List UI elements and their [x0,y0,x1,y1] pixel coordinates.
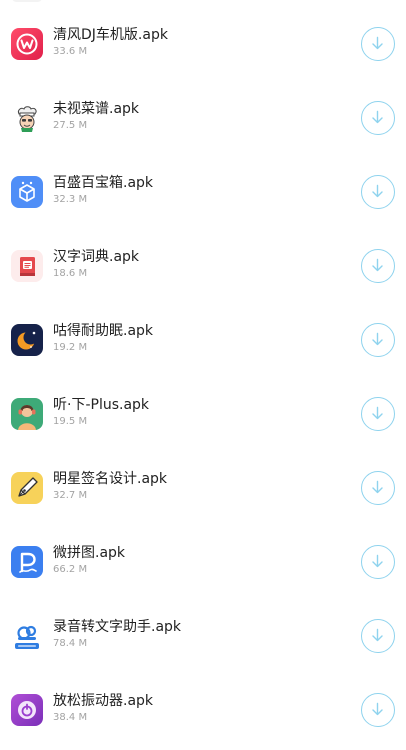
download-arrow-icon [372,184,383,198]
list-item[interactable]: 微拼图.apk 66.2 M [0,528,406,602]
download-button[interactable] [361,323,395,357]
list-item[interactable]: 未视菜谱.apk 27.5 M [0,84,406,158]
list-item[interactable]: 咕得耐助眠.apk 19.2 M [0,306,406,380]
download-arrow-icon [372,554,383,568]
puzzle-p-icon [11,546,43,578]
app-size: 19.2 M [53,342,88,353]
list-item[interactable]: 录音转文字助手.apk 78.4 M [0,602,406,676]
download-arrow-icon [372,406,383,420]
download-arrow-icon [372,702,383,716]
list-item[interactable]: 明星签名设计.apk 32.7 M [0,454,406,528]
app-name: 录音转文字助手.apk [53,619,182,635]
app-name: 未视菜谱.apk [53,101,140,117]
list-item[interactable]: 汉字词典.apk 18.6 M [0,232,406,306]
app-size: 27.5 M [53,120,88,131]
app-size: 18.6 M [53,268,88,279]
app-size: 78.4 M [53,638,88,649]
download-arrow-icon [372,258,383,272]
download-button[interactable] [361,397,395,431]
app-name: 清风DJ车机版.apk [53,27,168,43]
moon-sleep-icon [11,324,43,356]
listen-avatar-icon [11,398,43,430]
list-item[interactable]: 听·下-Plus.apk 19.5 M [0,380,406,454]
apk-list: 清风DJ车机版.apk 33.6 M 未视菜谱.apk 27.5 M 百盛百宝箱… [0,0,406,738]
voice-to-text-icon [11,620,43,652]
download-button[interactable] [361,471,395,505]
app-name: 咕得耐助眠.apk [53,323,154,339]
vibrator-icon [11,694,43,726]
download-button[interactable] [361,545,395,579]
dictionary-icon [11,250,43,282]
app-name: 放松振动器.apk [53,693,154,709]
chef-icon [11,102,43,134]
app-name: 微拼图.apk [53,545,126,561]
download-button[interactable] [361,101,395,135]
toolbox-icon [11,176,43,208]
download-arrow-icon [372,110,383,124]
download-button[interactable] [361,175,395,209]
app-name: 明星签名设计.apk [53,471,168,487]
list-item[interactable]: 放松振动器.apk 38.4 M [0,676,406,750]
app-size: 33.6 M [53,46,88,57]
app-size: 38.4 M [53,712,88,723]
download-button[interactable] [361,249,395,283]
download-button[interactable] [361,693,395,727]
list-item[interactable]: 清风DJ车机版.apk 33.6 M [0,10,406,84]
pen-nib-icon [11,472,43,504]
download-button[interactable] [361,27,395,61]
download-arrow-icon [372,36,383,50]
app-name: 百盛百宝箱.apk [53,175,154,191]
app-name: 听·下-Plus.apk [53,397,150,413]
qingfeng-dj-icon [11,28,43,60]
download-button[interactable] [361,619,395,653]
app-name: 汉字词典.apk [53,249,140,265]
app-size: 66.2 M [53,564,88,575]
list-item[interactable]: 百盛百宝箱.apk 32.3 M [0,158,406,232]
download-arrow-icon [372,480,383,494]
app-size: 32.3 M [53,194,88,205]
app-size: 19.5 M [53,416,88,427]
download-arrow-icon [372,628,383,642]
app-size: 32.7 M [53,490,88,501]
download-arrow-icon [372,332,383,346]
